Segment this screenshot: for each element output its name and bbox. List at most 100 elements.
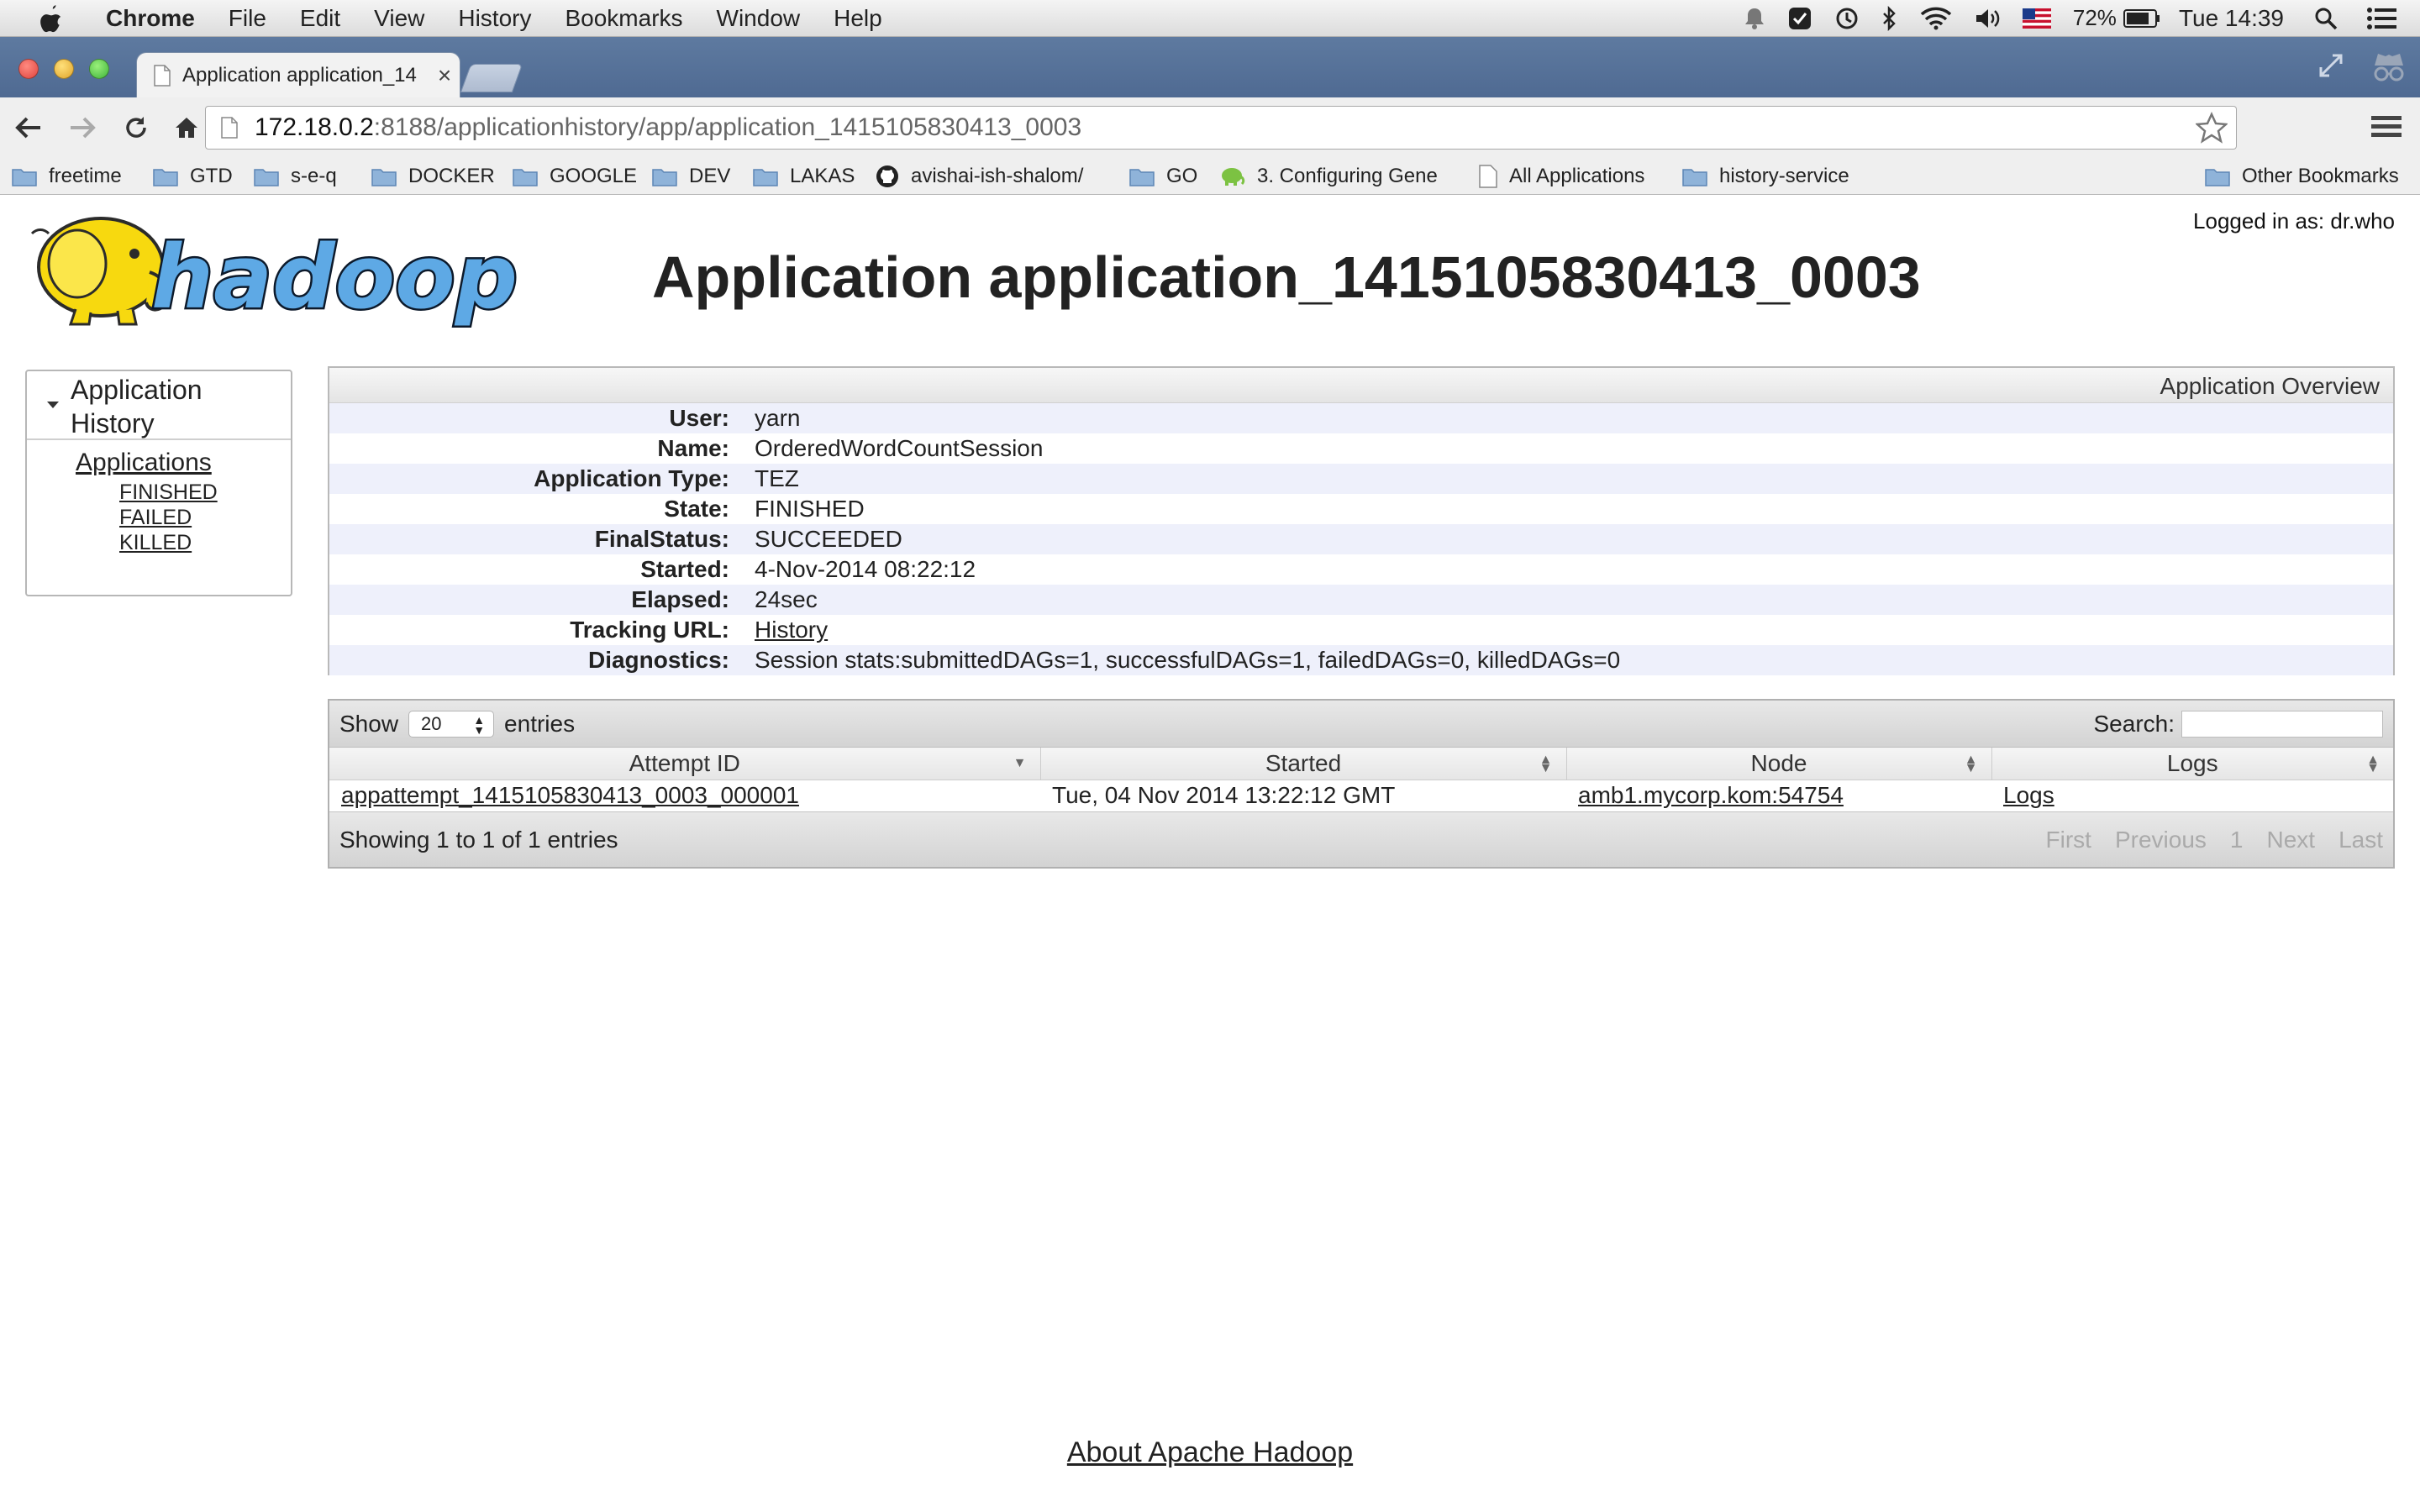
pager-page-1-button[interactable]: 1 [2230,827,2244,853]
pager-last-button[interactable]: Last [2338,827,2383,853]
volume-icon[interactable] [1974,7,2001,30]
entries-per-page-select[interactable]: 20 ▲ ▼ [408,710,495,738]
search-input[interactable] [2181,710,2383,738]
bookmark-item[interactable]: GTD [153,163,233,190]
overview-row-state: State: FINISHED [329,494,2393,524]
pager-first-button[interactable]: First [2046,827,2091,853]
fullscreen-icon[interactable] [2317,52,2344,79]
bookmark-label: avishai-ish-shalom/ [911,165,1084,187]
menu-help[interactable]: Help [834,5,882,32]
clock[interactable]: Tue 14:39 [2179,5,2284,32]
overview-label: Elapsed: [631,586,729,612]
bookmark-label: GO [1166,165,1198,187]
sidebar-link-failed[interactable]: FAILED [119,506,192,530]
menu-bookmarks[interactable]: Bookmarks [565,5,682,32]
overview-value: yarn [755,405,801,431]
tab-close-icon[interactable]: × [429,62,460,89]
bookmark-label: Other Bookmarks [2242,165,2399,187]
tab-active[interactable]: Application application_14 × [136,52,460,97]
node-link[interactable]: amb1.mycorp.kom:54754 [1566,780,1991,811]
new-tab-button[interactable] [460,64,523,92]
checkmark-badge-icon[interactable] [1787,6,1812,31]
menu-edit[interactable]: Edit [300,5,340,32]
sidebar-link-killed[interactable]: KILLED [119,531,192,555]
about-hadoop-link[interactable]: About Apache Hadoop [0,1436,2420,1469]
wifi-icon[interactable] [1920,7,1952,30]
forward-button[interactable] [64,109,101,146]
window-zoom-button[interactable] [89,59,109,79]
tab-title: Application application_14 [182,63,417,87]
apple-icon[interactable] [30,4,72,33]
overview-label: Application Type: [534,465,729,491]
overview-label: Name: [657,435,729,461]
column-header-started[interactable]: Started ▲ ▼ [1040,748,1567,780]
bookmark-item[interactable]: DEV [652,163,730,190]
pager-next-button[interactable]: Next [2266,827,2315,853]
url-host: 172.18.0.2 [255,113,374,141]
hadoop-logo[interactable]: hadoop [25,208,529,331]
logs-link[interactable]: Logs [1991,780,2393,811]
tracking-url-link[interactable]: History [729,615,828,645]
status-area: 72% Tue 14:39 [1722,0,2396,37]
reload-button[interactable] [118,109,155,146]
pager-previous-button[interactable]: Previous [2115,827,2207,853]
bookmark-item[interactable]: DOCKER [371,163,495,190]
notification-bell-icon[interactable] [1744,7,1765,30]
folder-icon [1129,166,1166,186]
collapse-triangle-icon[interactable] [47,402,59,408]
overview-value: 4-Nov-2014 08:22:12 [755,556,976,582]
column-header-logs[interactable]: Logs ▲ ▼ [1991,748,2393,780]
bookmark-item[interactable]: freetime [12,163,122,190]
sort-both-icon: ▲ ▼ [2366,753,2380,775]
menu-history[interactable]: History [458,5,531,32]
time-machine-icon[interactable] [1834,6,1860,31]
window-minimize-button[interactable] [54,59,74,79]
column-header-label: Attempt ID [629,749,740,776]
bookmark-item[interactable]: LAKAS [753,163,855,190]
select-arrows-icon: ▲ ▼ [473,712,486,737]
overview-label: Tracking URL: [570,617,729,643]
sidebar-section-application-history[interactable]: Application History [27,371,291,440]
window-close-button[interactable] [18,59,39,79]
sidebar-section-label: Application History [71,375,203,438]
bookmark-item[interactable]: All Applications [1479,163,1644,190]
bookmark-item[interactable]: 3. Configuring Gene [1220,163,1438,190]
chrome-menu-icon[interactable] [2371,114,2402,139]
address-bar[interactable]: 172.18.0.2:8188/applicationhistory/app/a… [205,106,2237,150]
sidebar-link-applications[interactable]: Applications [76,449,212,477]
overview-row-final-status: FinalStatus: SUCCEEDED [329,524,2393,554]
table-header-row: Attempt ID ▼ Started ▲ ▼ Node ▲ ▼ Logs ▲ ▼ [329,748,2393,780]
bookmark-label: 3. Configuring Gene [1257,165,1438,187]
battery-icon[interactable] [2123,8,2160,28]
logo-wordmark: hadoop [151,226,518,328]
menu-app-chrome[interactable]: Chrome [106,5,195,32]
spotlight-search-icon[interactable] [2314,7,2338,30]
bookmark-item[interactable]: avishai-ish-shalom/ [876,163,1083,190]
attempt-id-link[interactable]: appattempt_1415105830413_0003_000001 [329,780,1040,811]
folder-icon [652,166,689,186]
bookmark-item[interactable]: GO [1129,163,1197,190]
bookmark-item[interactable]: s-e-q [254,163,337,190]
bookmark-item[interactable]: GOOGLE [513,163,637,190]
bookmark-item[interactable]: history-service [1682,163,1849,190]
sidebar-link-finished[interactable]: FINISHED [119,480,218,505]
overview-value: OrderedWordCountSession [755,435,1044,461]
page-title: Application application_1415105830413_00… [652,244,1921,310]
menu-file[interactable]: File [229,5,266,32]
notification-center-icon[interactable] [2366,7,2396,30]
menu-window[interactable]: Window [717,5,801,32]
bookmark-star-icon[interactable] [2196,112,2228,144]
us-flag-icon[interactable] [2022,8,2051,29]
hadoop-elephant-icon [1220,166,1257,186]
bookmark-label: All Applications [1509,165,1645,187]
home-button[interactable] [168,109,205,146]
column-header-node[interactable]: Node ▲ ▼ [1566,748,1992,780]
bookmark-label: DOCKER [408,165,495,187]
bookmark-item[interactable]: Other Bookmarks [2205,163,2399,190]
incognito-icon [2374,54,2404,81]
battery-percent[interactable]: 72% [2073,5,2117,31]
column-header-attempt-id[interactable]: Attempt ID ▼ [329,748,1041,780]
menu-view[interactable]: View [374,5,424,32]
back-button[interactable] [10,109,47,146]
bluetooth-icon[interactable] [1881,5,1898,31]
